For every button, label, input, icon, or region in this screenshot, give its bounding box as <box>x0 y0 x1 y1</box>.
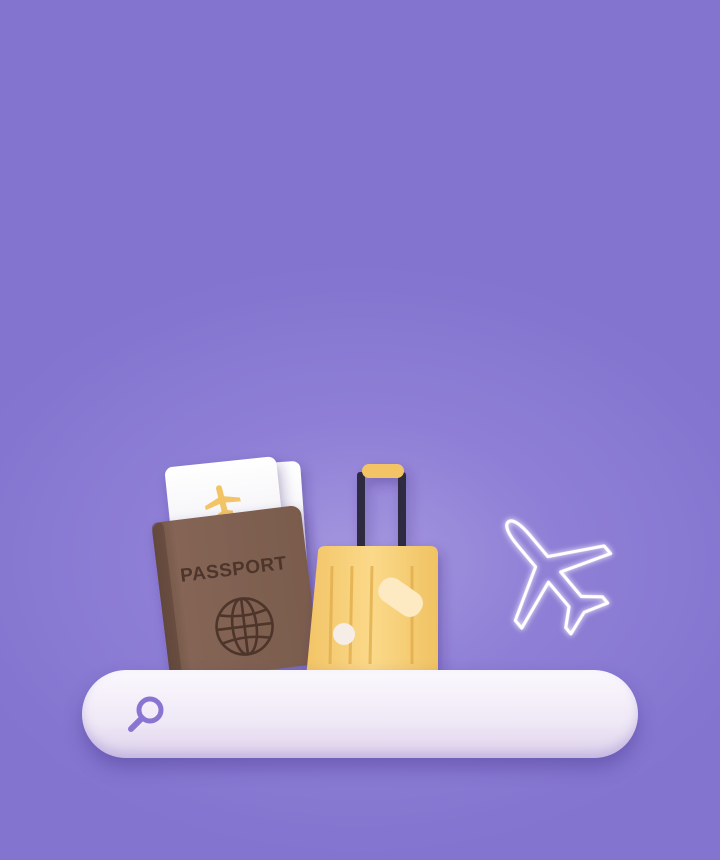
search-bar[interactable] <box>82 670 638 758</box>
airplane-icon <box>505 519 613 636</box>
suitcase <box>306 464 438 678</box>
suitcase-sticker-dot <box>333 623 355 645</box>
travel-scene: PASSPORT <box>0 0 720 860</box>
suitcase-handle <box>357 464 406 558</box>
search-input[interactable] <box>186 696 610 734</box>
search-icon[interactable] <box>120 690 172 742</box>
passport: PASSPORT <box>151 505 319 682</box>
